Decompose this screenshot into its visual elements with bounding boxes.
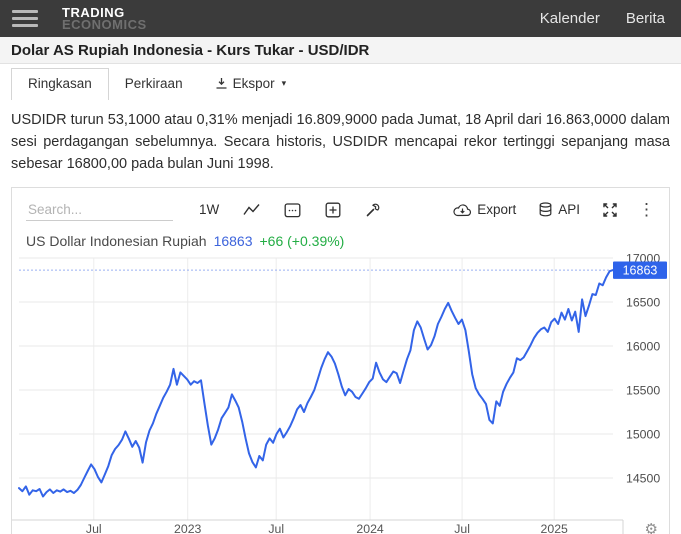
chart-toolbar-right: Export API [431, 201, 655, 218]
svg-text:Jul: Jul [86, 522, 102, 534]
svg-text:Jul: Jul [268, 522, 284, 534]
chart-toolbar: 1W [12, 188, 669, 225]
tab-ekspor-label: Ekspor [233, 76, 275, 91]
add-indicator-icon[interactable] [325, 202, 341, 218]
page-title-bar: Dolar AS Rupiah Indonesia - Kurs Tukar -… [0, 37, 681, 64]
series-title: US Dollar Indonesian Rupiah [26, 233, 207, 249]
summary-paragraph: USDIDR turun 53,1000 atau 0,31% menjadi … [0, 100, 681, 175]
plot-area-wrapper: 170001650016000155001500014500Jul2023Jul… [12, 253, 669, 534]
chevron-down-icon: ▾ [282, 78, 287, 89]
fullscreen-icon[interactable] [602, 202, 618, 218]
line-chart-type-icon[interactable] [243, 203, 260, 216]
tab-perkiraan[interactable]: Perkiraan [109, 69, 199, 100]
database-icon [538, 202, 553, 217]
calendar-icon[interactable] [284, 202, 301, 218]
page: TRADING ECONOMICS Kalender Berita Dolar … [0, 0, 681, 534]
top-header-bar: TRADING ECONOMICS Kalender Berita [0, 0, 681, 37]
svg-text:2025: 2025 [541, 522, 569, 534]
page-title: Dolar AS Rupiah Indonesia - Kurs Tukar -… [11, 42, 369, 59]
tab-ringkasan-label: Ringkasan [28, 76, 92, 91]
nav-link-berita[interactable]: Berita [626, 10, 665, 27]
export-label: Export [477, 202, 516, 217]
nav-link-kalender[interactable]: Kalender [540, 10, 600, 27]
export-button[interactable]: Export [453, 202, 516, 217]
api-label: API [558, 202, 580, 217]
tab-ringkasan[interactable]: Ringkasan [11, 68, 109, 100]
api-button[interactable]: API [538, 202, 580, 217]
hamburger-icon[interactable] [12, 6, 38, 31]
settings-gear-icon[interactable]: ⚙ [645, 520, 658, 534]
chart-panel: 1W [11, 187, 670, 534]
svg-text:Jul: Jul [454, 522, 470, 534]
svg-text:16500: 16500 [626, 296, 660, 310]
svg-text:15500: 15500 [626, 384, 660, 398]
price-chart-svg[interactable]: 170001650016000155001500014500Jul2023Jul… [12, 253, 669, 534]
tools-wrench-icon[interactable] [365, 202, 381, 218]
tab-ekspor[interactable]: Ekspor ▾ [199, 69, 303, 100]
top-navigation: Kalender Berita [540, 10, 669, 27]
tab-bar: Ringkasan Perkiraan Ekspor ▾ [0, 64, 681, 100]
svg-text:16863: 16863 [623, 264, 658, 278]
svg-text:16000: 16000 [626, 340, 660, 354]
series-change: +66 (+0.39%) [260, 233, 345, 249]
range-selector-button[interactable]: 1W [199, 202, 219, 217]
cloud-download-icon [453, 203, 472, 217]
trading-economics-logo[interactable]: TRADING ECONOMICS [62, 7, 147, 31]
svg-text:2024: 2024 [356, 522, 384, 534]
chart-legend: US Dollar Indonesian Rupiah 16863 +66 (+… [12, 225, 669, 249]
series-last-value: 16863 [214, 233, 253, 249]
svg-text:2023: 2023 [174, 522, 202, 534]
svg-text:14500: 14500 [626, 472, 660, 486]
download-icon [215, 77, 228, 90]
search-input[interactable] [26, 199, 173, 221]
svg-text:15000: 15000 [626, 428, 660, 442]
tab-perkiraan-label: Perkiraan [125, 76, 183, 91]
kebab-menu-icon[interactable]: ⋮ [638, 201, 655, 218]
logo-line-2: ECONOMICS [62, 19, 147, 31]
